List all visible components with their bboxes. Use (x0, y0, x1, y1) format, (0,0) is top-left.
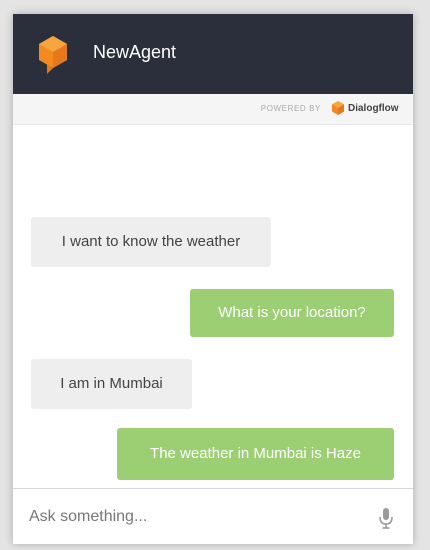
powered-by-bar: POWERED BY Dialogflow (13, 94, 413, 125)
agent-logo-icon (39, 36, 67, 74)
chat-widget: NewAgent POWERED BY Dialogflow I want to… (13, 14, 413, 544)
input-bar (13, 488, 413, 544)
message-list: I want to know the weather What is your … (13, 125, 413, 488)
microphone-icon[interactable] (377, 507, 395, 529)
user-message: I am in Mumbai (31, 359, 192, 409)
agent-name: NewAgent (93, 42, 177, 62)
bot-message: The weather in Mumbai is Haze (117, 428, 394, 480)
user-message: I want to know the weather (31, 217, 271, 267)
dialogflow-brand: Dialogflow (348, 103, 399, 114)
powered-by-label: POWERED BY (260, 104, 321, 113)
dialogflow-cube-icon (332, 101, 344, 115)
chat-header: NewAgent (13, 14, 413, 94)
bot-message: What is your location? (190, 289, 394, 337)
message-input[interactable] (29, 503, 359, 531)
